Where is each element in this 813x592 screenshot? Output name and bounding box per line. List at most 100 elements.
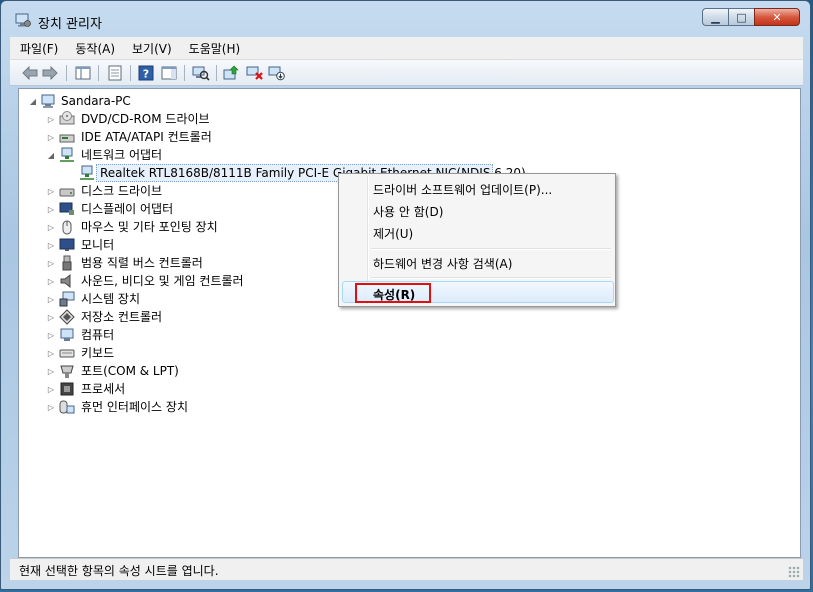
toolbar-separator (216, 65, 217, 81)
keyboard-icon (59, 349, 75, 358)
tree-item-sound[interactable]: 사운드, 비디오 및 게임 컨트롤러 (81, 274, 244, 288)
display-adapter-icon (59, 202, 74, 215)
title-bar[interactable]: 장치 관리자 ▁ □ ✕ (1, 1, 810, 35)
tree-item-system[interactable]: 시스템 장치 (81, 292, 140, 306)
collapse-arrow-icon[interactable]: ◢ (47, 146, 55, 164)
toolbar-separator (98, 65, 99, 81)
maximize-button[interactable]: □ (728, 8, 754, 26)
menu-bar: 파일(F) 동작(A) 보기(V) 도움말(H) (10, 37, 803, 60)
expand-arrow-icon[interactable]: ▷ (47, 200, 55, 218)
status-bar: 현재 선택한 항목의 속성 시트를 엽니다. (10, 558, 803, 580)
tree-item-display[interactable]: 디스플레이 어댑터 (81, 202, 173, 216)
tree-item-storage[interactable]: 저장소 컨트롤러 (81, 310, 162, 324)
tree-item-keyboard[interactable]: 키보드 (81, 346, 114, 360)
monitor-icon (59, 238, 75, 251)
expand-arrow-icon[interactable]: ▷ (47, 344, 55, 362)
expand-arrow-icon[interactable]: ▷ (47, 272, 55, 290)
dvd-drive-icon (59, 111, 75, 125)
resize-grip-icon[interactable] (788, 566, 800, 578)
properties-sheet-icon (108, 65, 122, 81)
caption-buttons: ▁ □ ✕ (702, 8, 800, 26)
expand-arrow-icon[interactable]: ▷ (47, 236, 55, 254)
tree-item-mouse[interactable]: 마우스 및 기타 포인팅 장치 (81, 220, 218, 234)
expand-arrow-icon[interactable]: ▷ (47, 110, 55, 128)
show-hide-console-tree-button[interactable] (74, 64, 92, 82)
uninstall-icon (246, 66, 263, 80)
menu-view[interactable]: 보기(V) (122, 40, 179, 57)
usb-controller-icon (62, 255, 72, 271)
toolbar: ? (10, 60, 803, 86)
menu-help[interactable]: 도움말(H) (179, 40, 248, 57)
computer-node-icon (60, 328, 74, 341)
tree-item-disk[interactable]: 디스크 드라이브 (81, 184, 162, 198)
menu-scan-hardware[interactable]: 하드웨어 변경 사항 검색(A) (373, 255, 512, 272)
tree-item-ide[interactable]: IDE ATA/ATAPI 컨트롤러 (81, 130, 212, 144)
speaker-icon (60, 273, 71, 289)
menu-update-driver[interactable]: 드라이버 소프트웨어 업데이트(P)... (373, 181, 552, 198)
expand-arrow-icon[interactable]: ▷ (47, 380, 55, 398)
menu-uninstall[interactable]: 제거(U) (373, 225, 413, 242)
network-card-icon (80, 165, 94, 180)
tree-item-monitor[interactable]: 모니터 (81, 238, 114, 252)
status-text: 현재 선택한 항목의 속성 시트를 엽니다. (19, 564, 219, 578)
minimize-button[interactable]: ▁ (702, 8, 728, 26)
menu-disable[interactable]: 사용 안 함(D) (373, 203, 443, 220)
close-button[interactable]: ✕ (754, 8, 800, 26)
forward-arrow-icon (42, 66, 58, 80)
processor-icon (60, 382, 74, 396)
context-menu: 드라이버 소프트웨어 업데이트(P)... 사용 안 함(D) 제거(U) 하드… (338, 173, 616, 307)
expand-arrow-icon[interactable]: ▷ (47, 128, 55, 146)
forward-button[interactable] (41, 64, 59, 82)
console-tree-icon (75, 66, 91, 80)
collapse-arrow-icon[interactable]: ◢ (29, 92, 37, 110)
tree-item-network[interactable]: 네트워크 어댑터 (81, 148, 162, 162)
expand-arrow-icon[interactable]: ▷ (47, 326, 55, 344)
device-tree[interactable]: ◢ Sandara-PC ▷ DVD/CD-ROM 드라이브 ▷ IDE ATA… (18, 88, 801, 558)
device-manager-window: 장치 관리자 ▁ □ ✕ 파일(F) 동작(A) 보기(V) 도움말(H) ? (0, 0, 811, 590)
annotation-highlight-box (355, 283, 431, 303)
update-driver-icon (223, 65, 239, 80)
tree-item-computer[interactable]: 컴퓨터 (81, 328, 114, 342)
system-device-icon (59, 291, 75, 307)
tree-item-usb[interactable]: 범용 직렬 버스 컨트롤러 (81, 256, 203, 270)
action-pane-icon (161, 66, 177, 80)
expand-arrow-icon[interactable]: ▷ (47, 362, 55, 380)
disable-device-icon (268, 66, 285, 81)
scan-hardware-icon (192, 66, 210, 81)
maximize-icon: □ (736, 10, 747, 24)
update-driver-button[interactable] (222, 64, 240, 82)
disable-button[interactable] (268, 64, 286, 82)
minimize-icon: ▁ (711, 10, 720, 24)
help-button[interactable]: ? (137, 64, 155, 82)
back-button[interactable] (21, 64, 39, 82)
tree-item-dvd[interactable]: DVD/CD-ROM 드라이브 (81, 112, 210, 126)
storage-controller-icon (59, 309, 75, 325)
expand-arrow-icon[interactable]: ▷ (47, 398, 55, 416)
hid-icon (59, 400, 75, 414)
port-icon (60, 365, 74, 378)
tree-root-label[interactable]: Sandara-PC (61, 94, 131, 108)
computer-icon (41, 94, 55, 108)
properties-toolbar-button[interactable] (106, 64, 124, 82)
scan-hardware-button[interactable] (192, 64, 210, 82)
action-pane-button[interactable] (160, 64, 178, 82)
window-title: 장치 관리자 (38, 17, 102, 32)
menu-action[interactable]: 동작(A) (65, 40, 122, 57)
tree-item-processor[interactable]: 프로세서 (81, 382, 125, 396)
device-manager-icon (15, 13, 31, 27)
close-icon: ✕ (772, 10, 782, 24)
expand-arrow-icon[interactable]: ▷ (47, 182, 55, 200)
svg-text:?: ? (143, 68, 149, 81)
menu-file[interactable]: 파일(F) (10, 40, 65, 57)
help-icon: ? (138, 65, 154, 81)
ide-controller-icon (59, 134, 75, 143)
tree-item-hid[interactable]: 휴먼 인터페이스 장치 (81, 400, 188, 414)
toolbar-separator (66, 65, 67, 81)
expand-arrow-icon[interactable]: ▷ (47, 308, 55, 326)
toolbar-separator (184, 65, 185, 81)
expand-arrow-icon[interactable]: ▷ (47, 290, 55, 308)
expand-arrow-icon[interactable]: ▷ (47, 218, 55, 236)
expand-arrow-icon[interactable]: ▷ (47, 254, 55, 272)
uninstall-button[interactable] (246, 64, 264, 82)
tree-item-ports[interactable]: 포트(COM & LPT) (81, 364, 179, 378)
